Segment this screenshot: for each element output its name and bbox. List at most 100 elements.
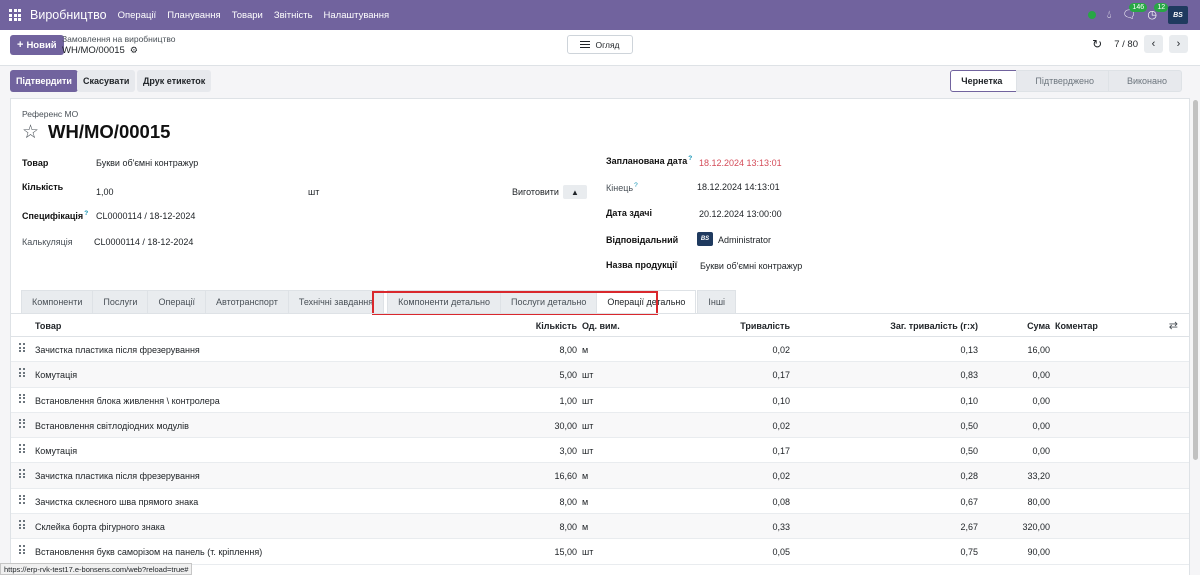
cell-duration[interactable]: 0,10 <box>691 396 790 406</box>
drag-handle-icon[interactable] <box>19 418 25 428</box>
cell-total-duration[interactable]: 0,67 <box>831 497 978 507</box>
cell-product[interactable]: Комутація <box>35 370 77 380</box>
col-product-header[interactable]: Товар <box>35 321 61 331</box>
drag-handle-icon[interactable] <box>19 368 25 378</box>
cell-uom[interactable]: м <box>582 345 588 355</box>
app-brand[interactable]: Виробництво <box>30 8 107 22</box>
cell-uom[interactable]: м <box>582 522 588 532</box>
nav-item-settings[interactable]: Налаштування <box>324 10 390 21</box>
cell-product[interactable]: Встановлення букв саморізом на панель (т… <box>35 547 262 557</box>
tab-operations[interactable]: Операції <box>147 290 207 314</box>
calculation-field[interactable]: CL0000114 / 18-12-2024 <box>94 237 193 247</box>
cell-qty[interactable]: 5,00 <box>501 370 577 380</box>
cell-qty[interactable]: 8,00 <box>501 497 577 507</box>
scrollbar[interactable] <box>1193 100 1198 460</box>
cell-uom[interactable]: шт <box>582 547 593 557</box>
tab-components[interactable]: Компоненти <box>21 290 94 314</box>
tab-components-detailed[interactable]: Компоненти детально <box>387 290 501 314</box>
cell-sum[interactable]: 16,00 <box>991 345 1050 355</box>
cell-total-duration[interactable]: 0,10 <box>831 396 978 406</box>
cell-duration[interactable]: 0,17 <box>691 370 790 380</box>
cell-uom[interactable]: шт <box>582 421 593 431</box>
cell-product[interactable]: Зачистка пластика після фрезерування <box>35 471 200 481</box>
cell-uom[interactable]: шт <box>582 370 593 380</box>
confirm-button[interactable]: Підтвердити <box>10 70 78 92</box>
refresh-icon[interactable]: ↻ <box>1092 37 1102 51</box>
apps-menu-icon[interactable] <box>0 0 30 30</box>
cell-qty[interactable]: 8,00 <box>501 345 577 355</box>
cell-duration[interactable]: 0,08 <box>691 497 790 507</box>
cell-sum[interactable]: 0,00 <box>991 370 1050 380</box>
help-icon[interactable]: ? <box>688 155 692 162</box>
cell-sum[interactable]: 0,00 <box>991 421 1050 431</box>
table-row[interactable]: Зачистка склеєного шва прямого знака 8,00… <box>11 489 1189 515</box>
cell-product[interactable]: Комутація <box>35 446 77 456</box>
cell-product[interactable]: Зачистка склеєного шва прямого знака <box>35 497 198 507</box>
clock-icon[interactable]: ◷ 12 <box>1147 2 1169 21</box>
table-row[interactable]: Комутація 3,00 шт 0,17 0,50 0,00 <box>11 438 1189 464</box>
drop-icon[interactable]: 💧︎ <box>1107 9 1111 21</box>
produce-chart-icon[interactable]: ▲ <box>563 185 587 199</box>
stage-done[interactable]: Виконано <box>1107 70 1182 92</box>
table-row[interactable]: Встановлення букв саморізом на панель (т… <box>11 539 1189 565</box>
col-comment-header[interactable]: Коментар <box>1055 321 1098 331</box>
drag-handle-icon[interactable] <box>19 393 25 403</box>
cell-uom[interactable]: м <box>582 497 588 507</box>
cell-total-duration[interactable]: 0,83 <box>831 370 978 380</box>
nav-item-planning[interactable]: Планування <box>167 10 221 21</box>
responsible-field[interactable]: Administrator <box>718 235 771 245</box>
bom-field[interactable]: CL0000114 / 18-12-2024 <box>96 211 195 221</box>
cell-uom[interactable]: шт <box>582 446 593 456</box>
drag-handle-icon[interactable] <box>19 444 25 454</box>
overview-button[interactable]: Огляд <box>567 35 633 54</box>
drag-handle-icon[interactable] <box>19 343 25 352</box>
cell-duration[interactable]: 0,02 <box>691 345 790 355</box>
cell-duration[interactable]: 0,02 <box>691 471 790 481</box>
cell-sum[interactable]: 33,20 <box>991 471 1050 481</box>
nav-item-products[interactable]: Товари <box>232 10 263 21</box>
cell-qty[interactable]: 3,00 <box>501 446 577 456</box>
pager-value[interactable]: 7 / 80 <box>1114 39 1138 50</box>
nav-item-operations[interactable]: Операції <box>118 10 157 21</box>
table-row[interactable]: Склейка борта фігурного знака 8,00 м 0,33 2,… <box>11 514 1189 540</box>
help-icon[interactable]: ? <box>634 182 638 189</box>
col-duration-header[interactable]: Тривалість <box>691 321 790 331</box>
cell-sum[interactable]: 0,00 <box>991 446 1050 456</box>
optional-columns-icon[interactable]: ⇄ <box>1169 319 1178 332</box>
company-logo-icon[interactable]: BS <box>1168 6 1188 24</box>
end-date-field[interactable]: 18.12.2024 14:13:01 <box>697 182 780 192</box>
cell-total-duration[interactable]: 2,67 <box>831 522 978 532</box>
cell-product[interactable]: Зачистка пластика після фрезерування <box>35 345 200 355</box>
table-row[interactable]: Комутація 5,00 шт 0,17 0,83 0,00 <box>11 362 1189 388</box>
uom-field[interactable]: шт <box>308 187 319 197</box>
cell-sum[interactable]: 90,00 <box>991 547 1050 557</box>
stage-draft[interactable]: Чернетка <box>950 70 1018 92</box>
cell-total-duration[interactable]: 0,13 <box>831 345 978 355</box>
cell-qty[interactable]: 1,00 <box>501 396 577 406</box>
planned-date-field[interactable]: 18.12.2024 13:13:01 <box>699 158 782 168</box>
col-uom-header[interactable]: Од. вим. <box>582 321 620 331</box>
col-total-duration-header[interactable]: Заг. тривалість (г:х) <box>831 321 978 331</box>
table-row[interactable]: Встановлення блока живлення \ контролера… <box>11 388 1189 413</box>
tab-services-detailed[interactable]: Послуги детально <box>499 290 598 314</box>
cancel-button[interactable]: Скасувати <box>77 70 136 92</box>
tab-operations-detailed[interactable]: Операції детально <box>596 290 697 314</box>
cell-product[interactable]: Встановлення блока живлення \ контролера <box>35 396 220 406</box>
new-button[interactable]: + Новий <box>10 35 64 55</box>
tab-transport[interactable]: Автотранспорт <box>205 290 289 314</box>
cell-product[interactable]: Склейка борта фігурного знака <box>35 522 165 532</box>
drag-handle-icon[interactable] <box>19 494 25 504</box>
quantity-field[interactable]: 1,00 <box>96 187 114 197</box>
pager-prev-button[interactable]: ‹ <box>1144 35 1163 53</box>
cell-total-duration[interactable]: 0,28 <box>831 471 978 481</box>
cell-uom[interactable]: шт <box>582 396 593 406</box>
cell-sum[interactable]: 0,00 <box>991 396 1050 406</box>
pager-next-button[interactable]: › <box>1169 35 1188 53</box>
print-labels-button[interactable]: Друк етикеток <box>137 70 212 92</box>
table-row[interactable]: Зачистка пластика після фрезерування 16,6… <box>11 463 1189 489</box>
cell-duration[interactable]: 0,17 <box>691 446 790 456</box>
cell-sum[interactable]: 80,00 <box>991 497 1050 507</box>
product-field[interactable]: Букви об'ємні контражур <box>96 158 198 168</box>
cell-duration[interactable]: 0,05 <box>691 547 790 557</box>
gear-icon[interactable]: ⚙ <box>130 45 138 56</box>
